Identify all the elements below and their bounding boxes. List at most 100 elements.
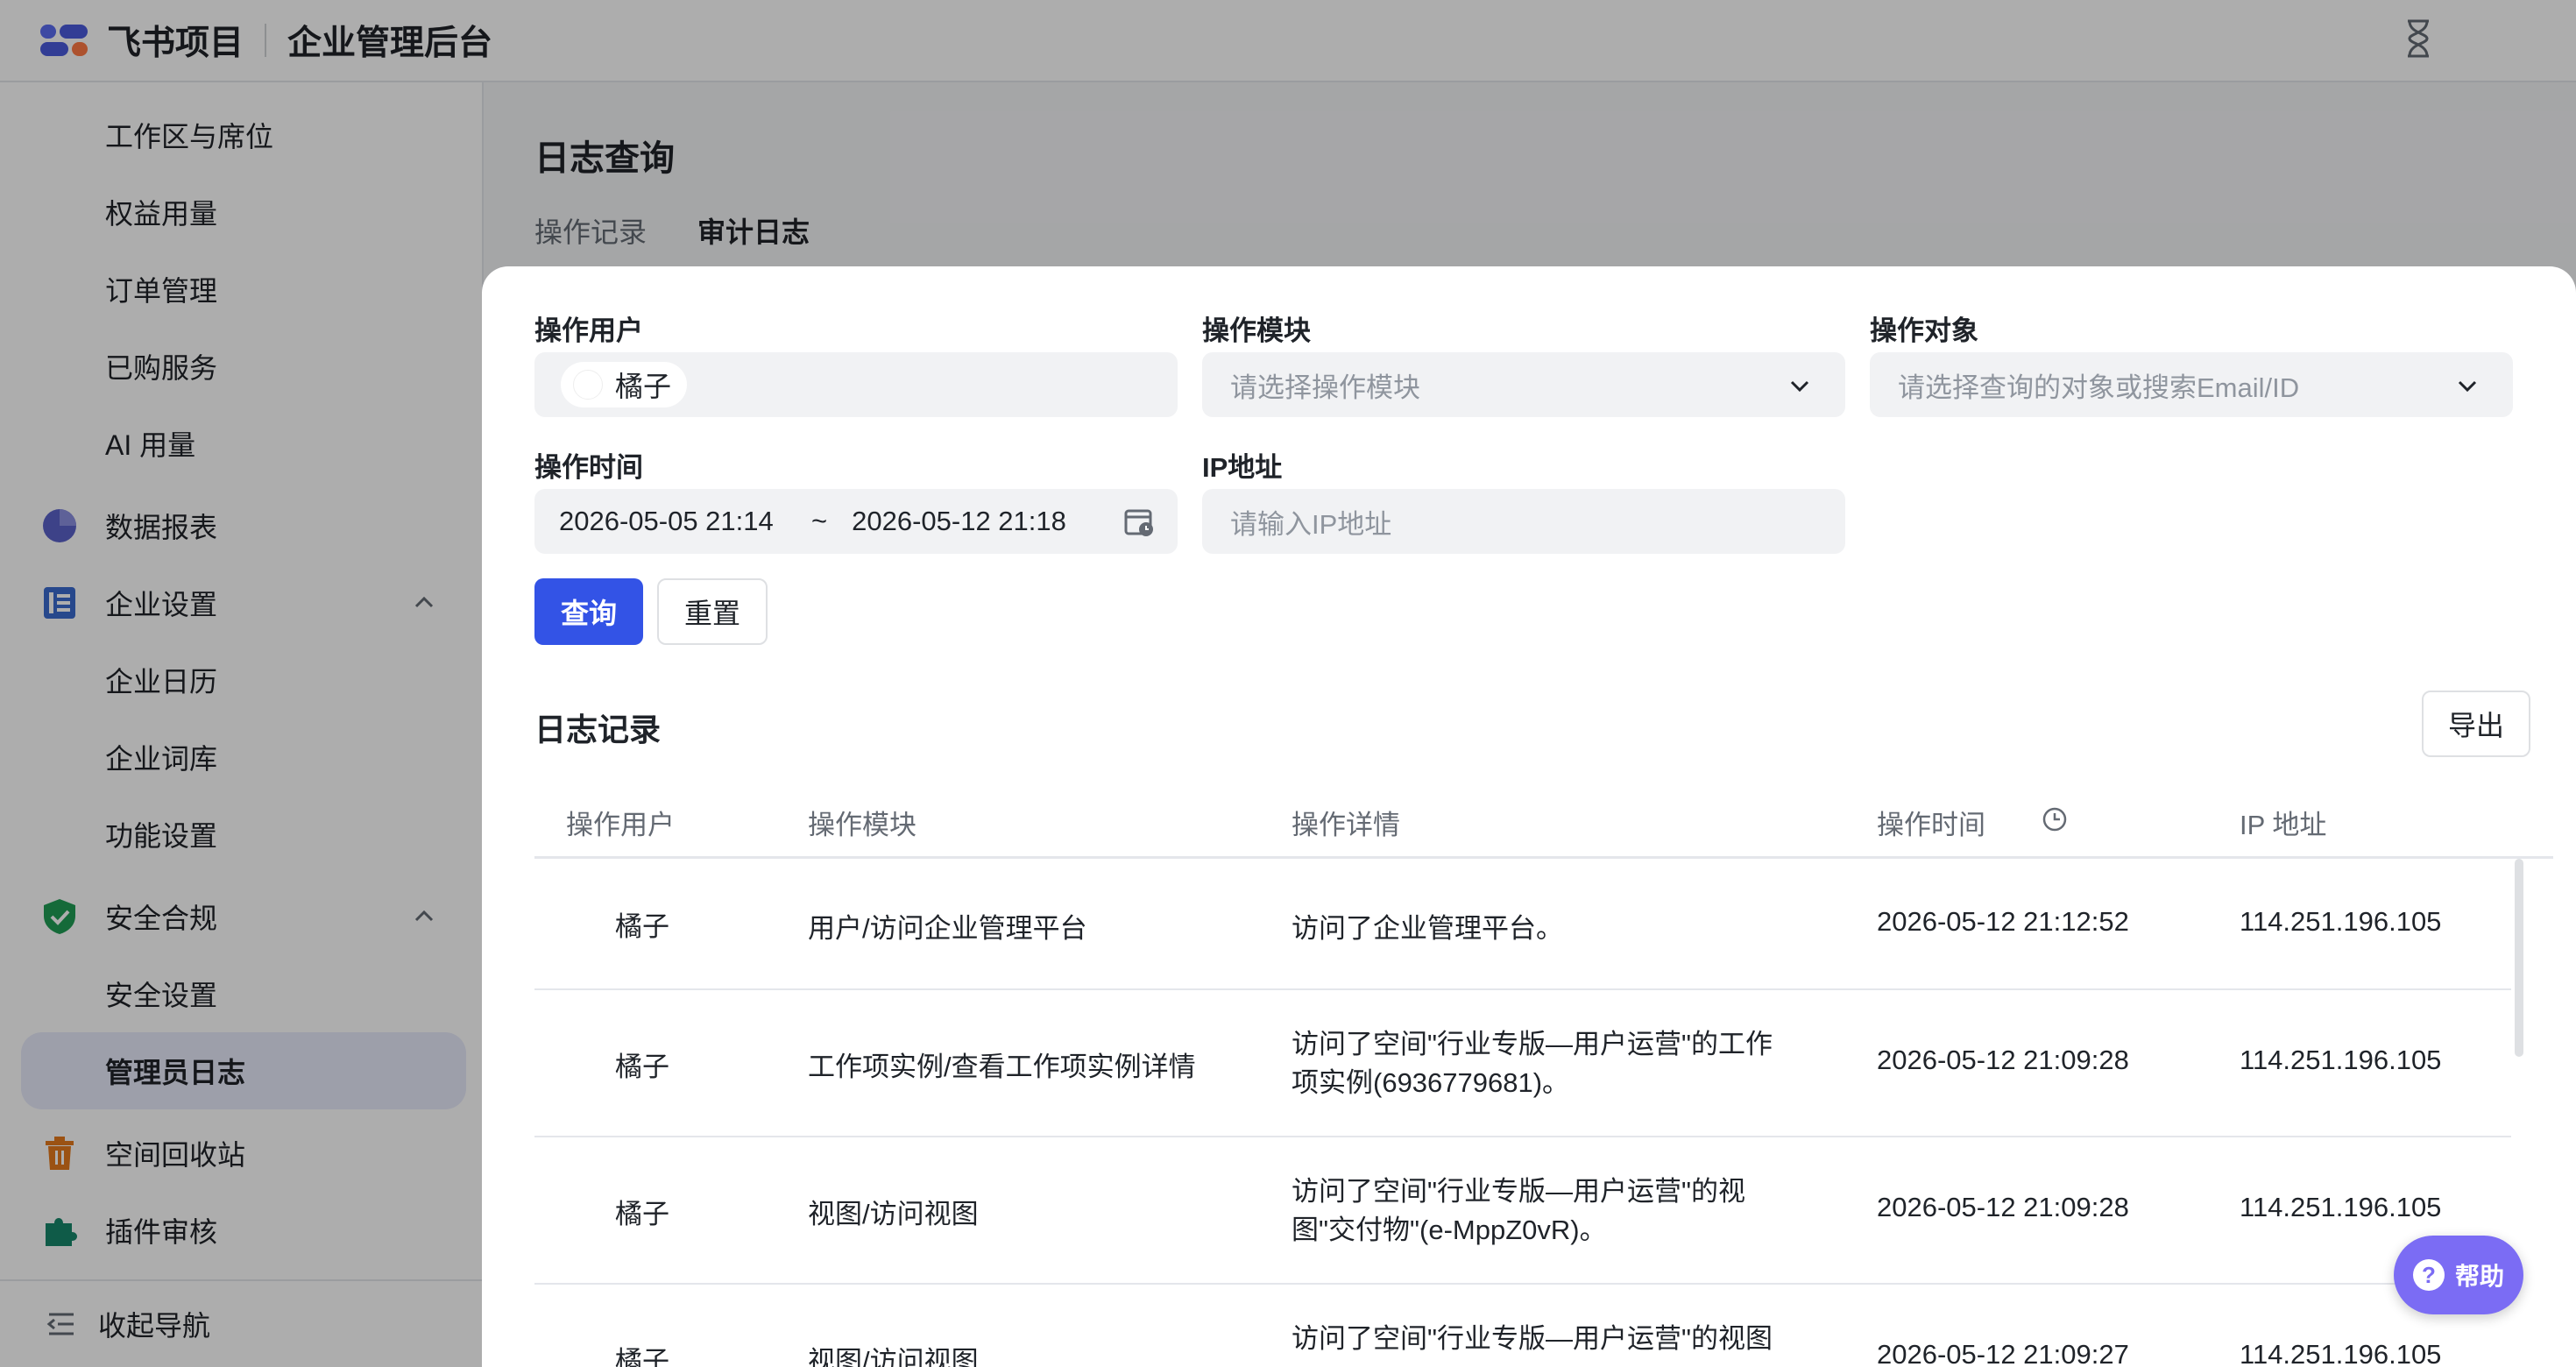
sidebar-item-orders[interactable]: 订单管理 [0,251,484,328]
row-detail: 访问了空间"行业专版—用户运营"的工作 项实例(6936779681)。 [1292,1025,1773,1102]
row-detail-line: 访问了空间"行业专版—用户运营"的视 [1292,1176,1746,1207]
hourglass-icon[interactable] [2401,18,2436,60]
sidebar-item-plugin-review[interactable]: 插件审核 [0,1192,484,1269]
sidebar-item-glossary[interactable]: 企业词库 [0,719,484,796]
audit-log-panel: 操作用户 橘子 操作模块 请选择操作模块 操作对象 请选择查询的对象或搜索Ema… [482,266,2576,1367]
user-filter-label: 操作用户 [534,315,643,346]
collapse-nav-button[interactable]: 收起导航 [0,1279,484,1367]
selected-user-tag[interactable]: 橘子 [561,362,688,407]
module-select[interactable]: 请选择操作模块 [1202,352,1845,417]
row-ip: 114.251.196.105 [2240,1192,2442,1222]
ip-input[interactable]: 请输入IP地址 [1202,489,1845,554]
start-date-input[interactable]: 2026-05-05 21:14 [559,506,789,537]
table-row[interactable]: 橘子 工作项实例/查看工作项实例详情 访问了空间"行业专版—用户运营"的工作 项实… [534,990,2511,1137]
puzzle-icon [46,1218,77,1246]
row-user-name: 橘子 [615,911,669,942]
sidebar-item-enterprise-settings[interactable]: 企业设置 [0,564,484,641]
sidebar-item-usage[interactable]: 权益用量 [0,174,484,251]
object-placeholder: 请选择查询的对象或搜索Email/ID [1898,372,2300,403]
object-select[interactable]: 请选择查询的对象或搜索Email/ID [1870,352,2513,417]
row-time: 2026-05-12 21:09:28 [1877,1192,2129,1222]
app-subtitle: 企业管理后台 [287,25,493,62]
row-user: 橘子 [566,904,669,944]
query-button[interactable]: 查询 [534,578,643,645]
row-detail-line: 访问了空间"行业专版—用户运营"的视图 [1292,1323,1773,1354]
row-ip: 114.251.196.105 [2240,906,2442,937]
timezone-icon[interactable] [2042,806,2068,832]
row-module: 用户/访问企业管理平台 [808,913,1087,944]
user-select[interactable]: 橘子 [534,352,1178,417]
sidebar-item-label: 订单管理 [105,275,218,307]
tab-audit-log[interactable]: 审计日志 [697,210,810,271]
date-range-separator: ~ [811,506,828,536]
sidebar-item-recycle-bin[interactable]: 空间回收站 [0,1115,484,1192]
table-row[interactable]: 橘子 视图/访问视图 访问了空间"行业专版—用户运营"的视图 2026-05-1… [534,1285,2511,1367]
row-user: 橘子 [566,1192,669,1231]
time-range-picker[interactable]: 2026-05-05 21:14 ~ 2026-05-12 21:18 [534,489,1178,554]
table-row[interactable]: 橘子 视图/访问视图 访问了空间"行业专版—用户运营"的视 图"交付物"(e-Mp… [534,1137,2511,1285]
sidebar-item-data-report[interactable]: 数据报表 [0,487,484,564]
column-header-time: 操作时间 [1877,810,1985,840]
avatar [566,913,596,944]
sidebar-item-label: 管理员日志 [105,1057,246,1088]
sidebar-item-label: 权益用量 [105,198,218,230]
row-user-name: 橘子 [615,1199,669,1229]
tab-bar: 操作记录 审计日志 [534,210,860,271]
sidebar-item-security-settings[interactable]: 安全设置 [0,955,484,1032]
shield-icon [44,899,75,934]
row-detail-line: 访问了企业管理平台。 [1292,913,1563,944]
row-module: 视图/访问视图 [808,1346,979,1367]
sidebar-item-calendar[interactable]: 企业日历 [0,641,484,719]
row-time: 2026-05-12 21:09:27 [1877,1339,2129,1367]
avatar [566,1053,596,1084]
chevron-down-icon [2458,380,2477,393]
sidebar-item-label: 功能设置 [105,820,218,852]
ip-filter-label: IP地址 [1202,452,1283,483]
module-placeholder: 请选择操作模块 [1230,372,1420,403]
module-filter-label: 操作模块 [1202,315,1311,346]
sidebar-item-label: 空间回收站 [105,1139,246,1171]
top-bar: 飞书项目 企业管理后台 [0,0,2576,82]
reset-button[interactable]: 重置 [657,578,768,645]
chevron-up-icon[interactable] [412,591,436,615]
column-header-detail: 操作详情 [1292,810,1400,840]
row-detail-line: 图"交付物"(e-MppZ0vR)。 [1292,1215,1607,1245]
help-icon: ? [2412,1259,2445,1291]
row-time: 2026-05-12 21:09:28 [1877,1045,2129,1075]
chevron-up-icon[interactable] [412,904,436,929]
calendar-icon[interactable] [1123,506,1155,538]
row-detail: 访问了空间"行业专版—用户运营"的视 图"交付物"(e-MppZ0vR)。 [1292,1172,1745,1250]
table-scrollbar[interactable] [2515,859,2523,1057]
help-label: 帮助 [2454,1263,2504,1290]
sidebar-item-ai-usage[interactable]: AI 用量 [0,405,484,482]
sidebar-item-label: 工作区与席位 [105,121,274,152]
row-module: 视图/访问视图 [808,1199,979,1229]
table-row[interactable]: 橘子 用户/访问企业管理平台 访问了企业管理平台。 2026-05-12 21:… [534,859,2511,990]
end-date-input[interactable]: 2026-05-12 21:18 [852,506,1081,537]
sidebar-item-workspace-seats[interactable]: 工作区与席位 [0,96,484,174]
row-user: 橘子 [566,1339,669,1367]
sidebar: 工作区与席位 权益用量 订单管理 已购服务 AI 用量 数据报表 企业设置 企业… [0,82,484,1367]
sidebar-item-purchased[interactable]: 已购服务 [0,328,484,405]
row-detail: 访问了空间"行业专版—用户运营"的视图 [1292,1320,1773,1358]
sidebar-item-label: 安全合规 [105,903,218,934]
column-header-module: 操作模块 [808,810,916,840]
user-avatar[interactable] [2495,21,2537,63]
sidebar-item-feature-settings[interactable]: 功能设置 [0,796,484,873]
export-button[interactable]: 导出 [2422,691,2530,757]
sidebar-item-label: 企业设置 [105,589,218,620]
sidebar-item-label: 企业日历 [105,666,218,698]
tab-operation-records[interactable]: 操作记录 [534,210,647,271]
table-header: 操作用户 操作模块 操作详情 操作时间 IP 地址 [534,778,2553,859]
log-section-title: 日志记录 [534,712,662,747]
sidebar-item-security-compliance[interactable]: 安全合规 [0,878,484,955]
help-button[interactable]: ? 帮助 [2394,1236,2523,1314]
sidebar-item-admin-log[interactable]: 管理员日志 [21,1032,466,1109]
row-detail-line: 项实例(6936779681)。 [1292,1067,1570,1098]
avatar [566,1348,596,1367]
header-divider [265,24,267,57]
ip-placeholder: 请输入IP地址 [1230,508,1392,540]
sidebar-item-label: 已购服务 [105,352,218,384]
avatar [573,370,603,400]
sidebar-item-label: 企业词库 [105,743,218,775]
